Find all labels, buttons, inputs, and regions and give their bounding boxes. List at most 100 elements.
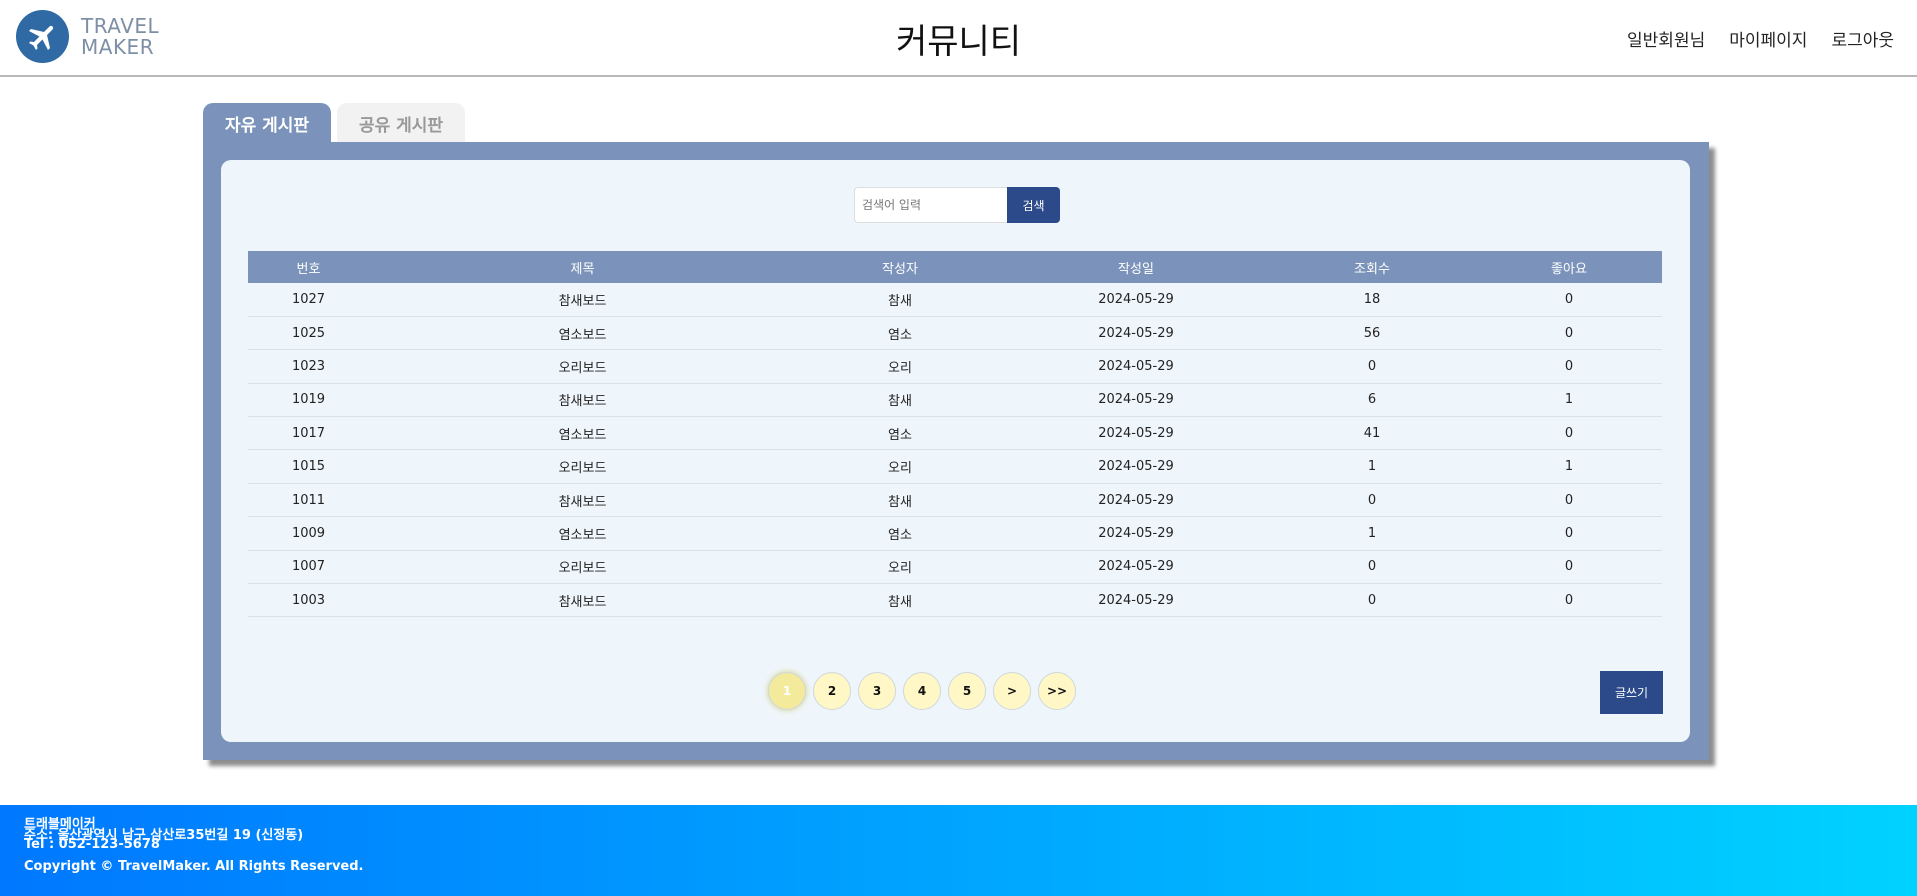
pagination: 1 2 3 4 5 > >>	[768, 672, 1076, 710]
cell-likes: 0	[1564, 492, 1574, 508]
cell-number: 1019	[291, 392, 326, 408]
table-row[interactable]: 1007 오리보드 오리 2024-05-29 0 0	[248, 550, 1662, 584]
cell-title[interactable]: 염소보드	[369, 517, 796, 550]
page-button[interactable]: 4	[903, 672, 941, 710]
cell-views: 1	[1367, 459, 1377, 475]
column-header-title: 제목	[570, 261, 595, 277]
nav-member[interactable]: 일반회원님	[1627, 26, 1705, 51]
cell-likes: 0	[1564, 325, 1574, 341]
post-table: 번호 제목 작성자 작성일 조회수 좋아요 1027 참새보드 참새 2024-05-…	[248, 251, 1662, 617]
cell-number: 1025	[291, 325, 326, 341]
page-button[interactable]: >>	[1038, 672, 1076, 710]
write-button[interactable]: 글쓰기	[1600, 671, 1663, 714]
cell-author: 참새	[888, 594, 912, 610]
cell-author: 염소	[888, 427, 912, 443]
top-nav: 일반회원님 마이페이지 로그아웃	[1627, 26, 1894, 51]
page-button[interactable]: 5	[948, 672, 986, 710]
cell-likes: 0	[1564, 291, 1574, 307]
table-row[interactable]: 1019 참새보드 참새 2024-05-29 6 1	[248, 383, 1662, 417]
board-panel: 검색 번호 제목 작성자 작성일 조회수 좋아요 1027참새보드참새2024-…	[203, 142, 1709, 760]
search-input[interactable]	[854, 187, 1007, 223]
page-button[interactable]: >	[993, 672, 1031, 710]
cell-likes: 0	[1564, 425, 1574, 441]
cell-author: 오리	[888, 461, 912, 477]
cell-views: 18	[1363, 291, 1381, 307]
column-header-date: 작성일	[1118, 261, 1154, 277]
cell-views: 0	[1367, 592, 1377, 608]
table-row[interactable]: 1027 참새보드 참새 2024-05-29 18 0	[248, 283, 1662, 317]
column-header-views: 조회수	[1354, 261, 1390, 277]
cell-title[interactable]: 염소보드	[369, 316, 796, 349]
cell-date: 2024-05-29	[1098, 459, 1174, 475]
search-button[interactable]: 검색	[1007, 187, 1060, 223]
cell-number: 1009	[291, 525, 326, 541]
cell-likes: 1	[1564, 392, 1574, 408]
nav-logout[interactable]: 로그아웃	[1831, 26, 1894, 51]
cell-title[interactable]: 참새보드	[369, 283, 796, 316]
table-row[interactable]: 1023 오리보드 오리 2024-05-29 0 0	[248, 350, 1662, 384]
search-bar: 검색	[854, 187, 1060, 223]
tab-share-board[interactable]: 공유 게시판	[337, 103, 465, 143]
footer: 트래블메이커 주소: 울산광역시 남구 삼산로35번길 19 (신정동) Tel…	[0, 805, 1917, 896]
airplane-icon	[16, 10, 69, 63]
cell-views: 0	[1367, 492, 1377, 508]
cell-number: 1027	[291, 291, 326, 307]
cell-author: 참새	[888, 293, 912, 309]
cell-date: 2024-05-29	[1098, 358, 1174, 374]
cell-date: 2024-05-29	[1098, 592, 1174, 608]
logo[interactable]: TRAVEL MAKER	[16, 10, 159, 63]
logo-text: TRAVEL MAKER	[81, 13, 160, 59]
header: TRAVEL MAKER 커뮤니티 일반회원님 마이페이지 로그아웃	[0, 0, 1917, 77]
table-body: 1027 참새보드 참새 2024-05-29 18 0 1025 염소보드 염소 2024-05…	[248, 283, 1662, 617]
table-row[interactable]: 1025 염소보드 염소 2024-05-29 56 0	[248, 316, 1662, 350]
cell-likes: 0	[1564, 592, 1574, 608]
cell-views: 6	[1367, 392, 1377, 408]
cell-title[interactable]: 염소보드	[369, 417, 796, 450]
cell-date: 2024-05-29	[1098, 492, 1174, 508]
cell-author: 참새	[888, 394, 912, 410]
logo-line-1: TRAVEL	[81, 13, 160, 38]
cell-views: 56	[1363, 325, 1381, 341]
cell-title[interactable]: 참새보드	[369, 383, 796, 416]
cell-author: 오리	[888, 561, 912, 577]
cell-title[interactable]: 오리보드	[369, 450, 796, 483]
cell-date: 2024-05-29	[1098, 425, 1174, 441]
column-header-likes: 좋아요	[1551, 261, 1587, 277]
cell-number: 1023	[291, 358, 326, 374]
page-button[interactable]: 2	[813, 672, 851, 710]
logo-line-2: MAKER	[81, 34, 155, 59]
cell-author: 참새	[888, 494, 912, 510]
cell-date: 2024-05-29	[1098, 325, 1174, 341]
table-row[interactable]: 1009 염소보드 염소 2024-05-29 1 0	[248, 517, 1662, 551]
page-button[interactable]: 1	[768, 672, 806, 710]
cell-author: 염소	[888, 527, 912, 543]
table-row[interactable]: 1015 오리보드 오리 2024-05-29 1 1	[248, 450, 1662, 484]
cell-author: 염소	[888, 327, 912, 343]
cell-date: 2024-05-29	[1098, 392, 1174, 408]
cell-likes: 1	[1564, 459, 1574, 475]
nav-mypage[interactable]: 마이페이지	[1729, 26, 1807, 51]
cell-title[interactable]: 참새보드	[369, 584, 796, 617]
cell-title[interactable]: 오리보드	[369, 350, 796, 383]
tab-free-board[interactable]: 자유 게시판	[203, 103, 331, 143]
cell-number: 1011	[291, 492, 326, 508]
cell-number: 1017	[291, 425, 326, 441]
cell-number: 1003	[291, 592, 326, 608]
cell-number: 1015	[291, 459, 326, 475]
cell-likes: 0	[1564, 358, 1574, 374]
cell-views: 41	[1363, 425, 1381, 441]
cell-number: 1007	[291, 559, 326, 575]
cell-title[interactable]: 오리보드	[369, 550, 796, 583]
cell-author: 오리	[888, 360, 912, 376]
footer-copyright: Copyright © TravelMaker. All Rights Rese…	[24, 859, 364, 874]
table-row[interactable]: 1003 참새보드 참새 2024-05-29 0 0	[248, 584, 1662, 617]
cell-likes: 0	[1564, 559, 1574, 575]
footer-tel: Tel : 052-123-5678	[24, 837, 160, 852]
table-header-row: 번호 제목 작성자 작성일 조회수 좋아요	[248, 251, 1662, 283]
table-row[interactable]: 1017 염소보드 염소 2024-05-29 41 0	[248, 417, 1662, 450]
page-button[interactable]: 3	[858, 672, 896, 710]
cell-date: 2024-05-29	[1098, 525, 1174, 541]
cell-title[interactable]: 참새보드	[369, 483, 796, 516]
table-row[interactable]: 1011 참새보드 참새 2024-05-29 0 0	[248, 483, 1662, 517]
cell-date: 2024-05-29	[1098, 291, 1174, 307]
